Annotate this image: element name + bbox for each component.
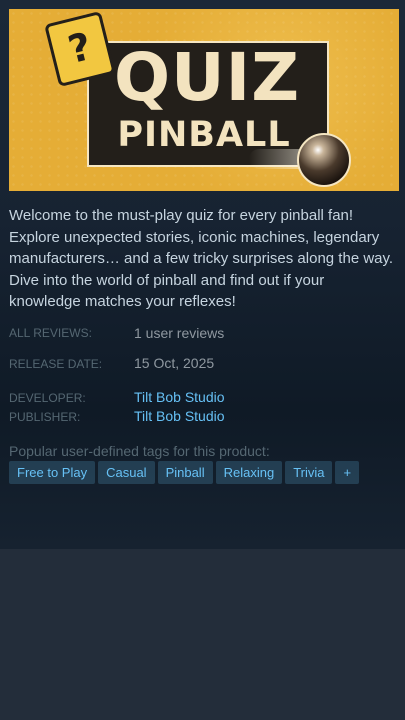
page-background-lower: [0, 549, 405, 720]
release-date-label: RELEASE DATE:: [9, 357, 103, 371]
game-description: Welcome to the must-play quiz for every …: [9, 207, 394, 310]
tags-list: Free to Play Casual Pinball Relaxing Tri…: [9, 461, 360, 484]
tag-casual[interactable]: Casual: [98, 461, 155, 484]
publisher-label: PUBLISHER:: [9, 410, 81, 424]
more-tags-button[interactable]: +: [335, 461, 360, 484]
tag-free-to-play[interactable]: Free to Play: [9, 461, 96, 484]
tags-heading: Popular user-defined tags for this produ…: [9, 443, 270, 459]
developer-link[interactable]: Tilt Bob Studio: [134, 389, 225, 405]
tag-trivia[interactable]: Trivia: [285, 461, 333, 484]
pinball-ball-icon: [297, 133, 351, 187]
all-reviews-value[interactable]: 1 user reviews: [134, 325, 224, 341]
logo-text-quiz: QUIZ: [113, 39, 301, 116]
game-capsule-image[interactable]: ? QUIZ PINBALL: [9, 9, 399, 191]
publisher-link[interactable]: Tilt Bob Studio: [134, 408, 225, 424]
release-date-value: 15 Oct, 2025: [134, 355, 215, 371]
developer-label: DEVELOPER:: [9, 391, 86, 405]
tag-pinball[interactable]: Pinball: [157, 461, 213, 484]
all-reviews-label: ALL REVIEWS:: [9, 326, 92, 340]
tag-relaxing[interactable]: Relaxing: [215, 461, 283, 484]
